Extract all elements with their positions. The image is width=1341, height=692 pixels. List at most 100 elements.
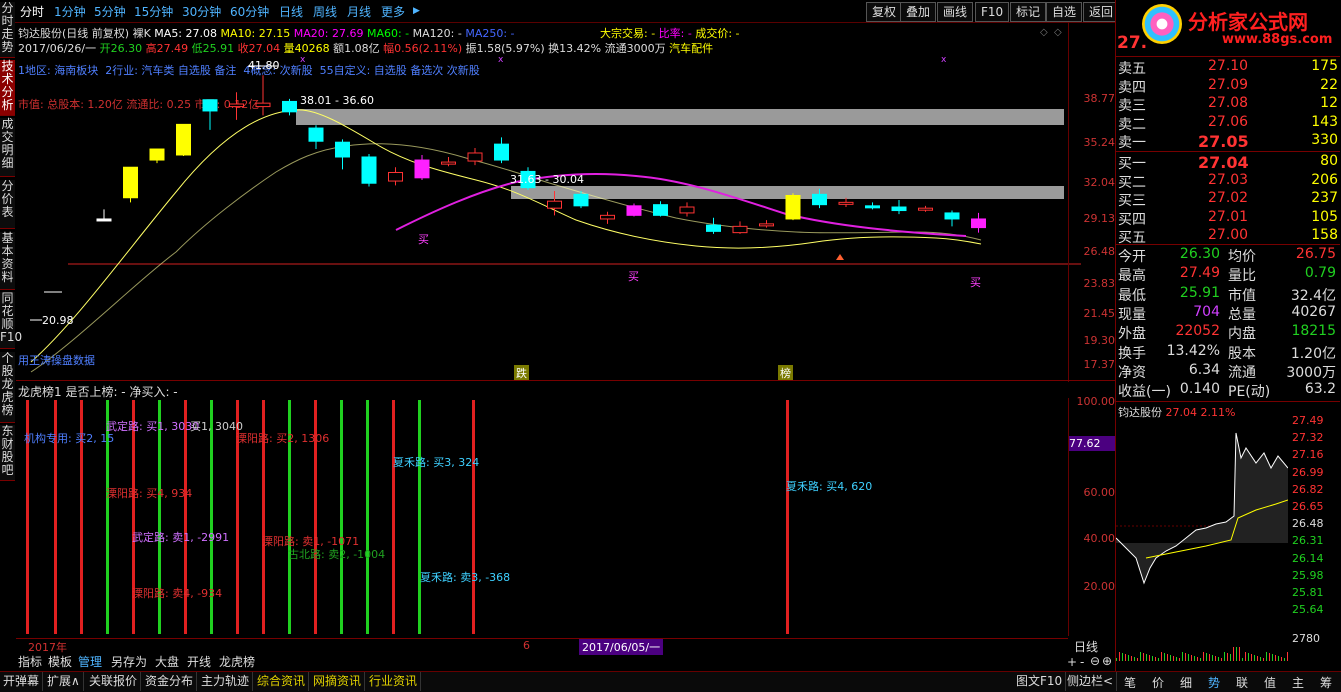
level-volume: 80 [1320, 153, 1338, 169]
mini-vol-bar [1200, 658, 1201, 661]
indicator-axis: 100.00 77.62 60.00 40.00 20.00 [1068, 395, 1115, 636]
buy-level-row[interactable]: 买四 27.01 105 [1116, 209, 1338, 228]
level-label: 卖一 [1118, 135, 1146, 151]
buy-level-row[interactable]: 买五 27.00 158 [1116, 227, 1338, 246]
watchlist-button[interactable]: 自选 [1046, 2, 1083, 22]
right-tab-6[interactable]: 主 [1292, 674, 1304, 691]
tab-60min[interactable]: 60分钟 [230, 3, 269, 20]
tab-more[interactable]: 更多 [381, 3, 405, 20]
zoom-in-icon[interactable]: + [1067, 655, 1077, 669]
f10-button[interactable]: F10 [975, 2, 1010, 22]
side-tab-fenshi[interactable]: 分时走势 [0, 2, 15, 58]
mini-axis-tick: 27.49 [1292, 414, 1324, 427]
overlay-button[interactable]: 叠加 [900, 2, 937, 22]
candle-body [149, 148, 165, 161]
side-tab-lhb[interactable]: 个股龙虎榜 [0, 352, 15, 423]
summary-label: 内盘 [1228, 326, 1256, 343]
tab-5min[interactable]: 5分钟 [94, 3, 126, 20]
candle-body [759, 223, 774, 227]
mini-vol-bar [1218, 657, 1219, 661]
right-tab-3[interactable]: 势 [1208, 674, 1220, 691]
open-line-button[interactable]: 开线 [187, 655, 211, 670]
timeline-cursor-date: 2017/06/05/一 [579, 639, 664, 655]
legend-caption: 用王涛操盘数据 [18, 354, 95, 367]
side-tab-tech[interactable]: 技术分析 [0, 60, 15, 116]
tab-weekly[interactable]: 周线 [313, 3, 337, 20]
lhb-button[interactable]: 龙虎榜 [219, 655, 255, 670]
fuquan-button[interactable]: 复权 [866, 2, 903, 22]
sell-level-row[interactable]: 卖一 27.05 330 [1116, 132, 1338, 151]
mini-vol-bar [1278, 656, 1279, 661]
level-volume: 175 [1311, 58, 1338, 74]
sell-level-row[interactable]: 卖三 27.08 12 [1116, 95, 1338, 114]
dot-marker: x [498, 55, 504, 65]
candle-body [891, 206, 907, 212]
draw-line-button[interactable]: 画线 [937, 2, 974, 22]
news-button[interactable]: 综合资讯 [254, 672, 310, 691]
candle [600, 211, 615, 224]
tab-1min[interactable]: 1分钟 [54, 3, 86, 20]
template-button[interactable]: 模板 [48, 655, 72, 670]
side-tab-ths-f10[interactable]: 同花顺F10 [0, 292, 22, 349]
logo-title: 分析家公式网 [1188, 10, 1308, 34]
right-tab-5[interactable]: 值 [1264, 674, 1276, 691]
side-tab-guba[interactable]: 东财股吧 [0, 425, 15, 481]
expand-icon[interactable]: ⊕ [1102, 654, 1112, 668]
mini-axis-tick: 26.65 [1292, 500, 1324, 513]
fund-dist-button[interactable]: 资金分布 [142, 672, 198, 691]
digest-button[interactable]: 网摘资讯 [310, 672, 366, 691]
sidebar-toggle-button[interactable]: 侧边栏< [1064, 672, 1118, 691]
sell-level-row[interactable]: 卖二 27.06 143 [1116, 114, 1338, 133]
buy-level-row[interactable]: 买三 27.02 237 [1116, 190, 1338, 209]
tab-daily[interactable]: 日线 [279, 3, 303, 20]
level-volume: 330 [1311, 132, 1338, 148]
price-tick: 21.45 [1083, 307, 1116, 320]
industry-news-button[interactable]: 行业资讯 [366, 672, 422, 691]
danmu-button[interactable]: 开弹幕 [0, 672, 44, 691]
buy-level-row[interactable]: 买二 27.03 206 [1116, 171, 1338, 191]
price-tick: 38.77 [1083, 92, 1116, 105]
mark-button[interactable]: 标记 [1010, 2, 1047, 22]
mini-vol-bar [1134, 657, 1135, 661]
lhb-label: 夏禾路: 卖3, -368 [420, 571, 511, 584]
level-price: 27.04 [1198, 153, 1249, 172]
tab-monthly[interactable]: 月线 [347, 3, 371, 20]
side-tab-deals[interactable]: 成交明细 [0, 118, 15, 177]
level-price: 27.09 [1208, 76, 1249, 93]
mini-intraday-chart[interactable] [1116, 418, 1288, 663]
right-tab-0[interactable]: 笔 [1124, 674, 1136, 691]
related-quote-button[interactable]: 关联报价 [86, 672, 142, 691]
indicator-button[interactable]: 指标 [18, 655, 42, 670]
tab-15min[interactable]: 15分钟 [134, 3, 173, 20]
more-arrow-icon[interactable]: ▶ [413, 6, 420, 16]
kline-chart[interactable]: x x x [16, 22, 1115, 382]
side-tab-basic[interactable]: 基本资料 [0, 232, 15, 290]
save-as-button[interactable]: 另存为 [111, 655, 147, 670]
right-tab-4[interactable]: 联 [1236, 674, 1248, 691]
main-track-button[interactable]: 主力轨迹 [198, 672, 254, 691]
mini-vol-bar [1197, 657, 1198, 661]
right-tab-1[interactable]: 价 [1152, 674, 1164, 691]
dot-marker: x [941, 55, 947, 65]
expand-button[interactable]: 扩展∧ [44, 672, 84, 691]
back-button[interactable]: 返回 [1083, 2, 1120, 22]
market-button[interactable]: 大盘 [155, 655, 179, 670]
level-volume: 206 [1311, 171, 1338, 188]
tab-30min[interactable]: 30分钟 [182, 3, 221, 20]
mini-vol-bar [1266, 652, 1267, 661]
mini-vol-bar [1146, 654, 1147, 661]
manage-button[interactable]: 管理 [78, 655, 102, 670]
buy-level-row[interactable]: 买一 27.04 80 [1116, 153, 1338, 172]
shrink-icon[interactable]: ⊖ [1090, 654, 1100, 668]
f10-graphic-button[interactable]: 图文F10 [1013, 672, 1067, 691]
zoom-out-icon[interactable]: - [1080, 655, 1084, 669]
lhb-label: 溧阳路: 卖4, -934 [132, 587, 223, 600]
right-tab-7[interactable]: 筹 [1320, 674, 1332, 691]
side-tab-price-table[interactable]: 分价表 [0, 180, 15, 229]
tab-fenshi[interactable]: 分时 [20, 3, 44, 20]
sell-level-row[interactable]: 卖四 27.09 22 [1116, 76, 1338, 96]
sell-level-row[interactable]: 卖五 27.10 175 [1116, 58, 1338, 77]
indicator-current-value: 77.62 [1069, 436, 1115, 451]
level-label: 买三 [1118, 193, 1146, 209]
right-tab-2[interactable]: 细 [1180, 674, 1192, 691]
